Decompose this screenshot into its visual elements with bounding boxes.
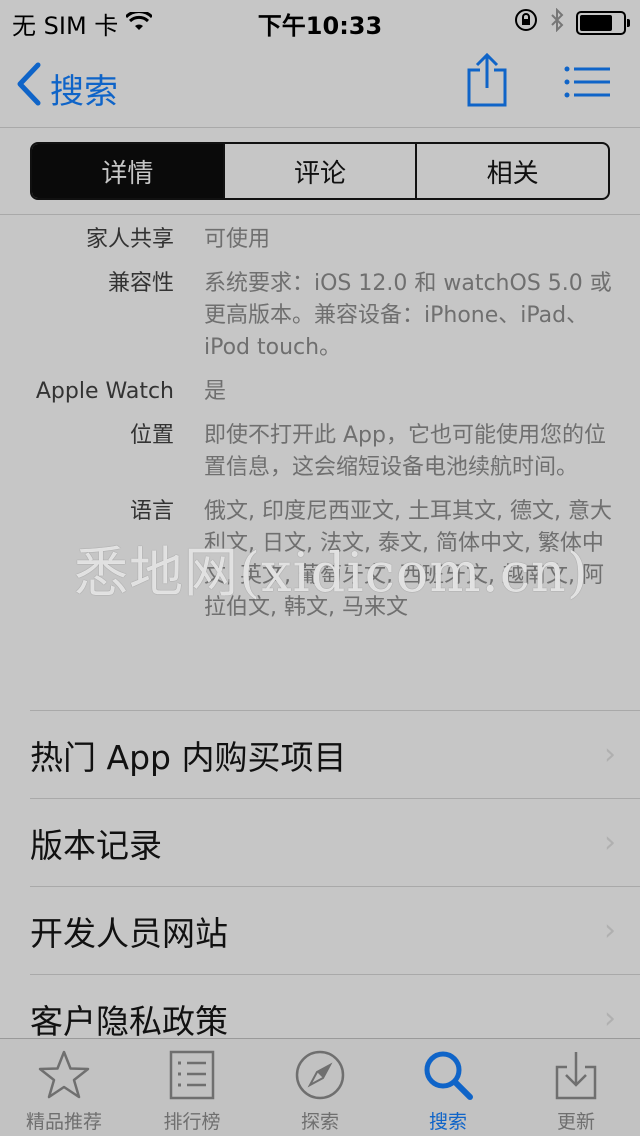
link-list: 热门 App 内购买项目 › 版本记录 › 开发人员网站 › 客户隐私政策 › xyxy=(0,710,640,1062)
ranking-list-icon xyxy=(169,1050,215,1100)
compass-icon xyxy=(295,1050,345,1100)
info-value: 是 xyxy=(204,379,227,404)
tab-explore[interactable]: 探索 xyxy=(256,1039,384,1136)
bluetooth-icon xyxy=(550,7,564,38)
watermark: 悉地网(xidicom.cn) xyxy=(74,541,589,604)
tab-related[interactable]: 相关 xyxy=(415,144,608,198)
tab-bar: 精品推荐 排行榜 探索 搜索 更新 xyxy=(0,1038,640,1136)
chevron-left-icon xyxy=(16,62,42,115)
info-row-location: 位置 即使不打开此 App，它也可能使用您的位置信息，这会缩短设备电池续航时间。 xyxy=(0,420,640,484)
divider xyxy=(0,214,640,215)
info-key: 兼容性 xyxy=(107,271,174,296)
info-row-compatibility: 兼容性 系统要求：iOS 12.0 和 watchOS 5.0 或更高版本。兼容… xyxy=(0,268,640,364)
navigation-bar: 搜索 xyxy=(0,40,640,128)
status-right xyxy=(514,7,630,38)
list-button[interactable] xyxy=(564,66,610,102)
list-item-version-history[interactable]: 版本记录 › xyxy=(30,798,640,886)
list-item-label: 版本记录 xyxy=(30,825,162,865)
tab-details[interactable]: 详情 xyxy=(32,144,223,198)
info-key: 家人共享 xyxy=(85,227,174,252)
info-key: Apple Watch xyxy=(35,379,174,404)
star-icon xyxy=(38,1050,90,1099)
tab-label: 搜索 xyxy=(428,1111,467,1133)
battery-fill xyxy=(580,15,612,31)
share-icon xyxy=(467,52,507,107)
chevron-right-icon: › xyxy=(604,1001,616,1036)
download-icon xyxy=(555,1052,597,1100)
tab-label: 排行榜 xyxy=(163,1111,221,1133)
list-item-label: 热门 App 内购买项目 xyxy=(30,737,347,777)
back-button[interactable]: 搜索 xyxy=(16,62,118,115)
tab-top-charts[interactable]: 排行榜 xyxy=(128,1039,256,1136)
chevron-right-icon: › xyxy=(604,825,616,860)
tab-label: 更新 xyxy=(556,1111,595,1133)
status-bar: 无 SIM 卡 下午10:33 xyxy=(0,0,640,40)
share-button[interactable] xyxy=(466,52,508,112)
battery-icon xyxy=(576,11,630,35)
chevron-right-icon: › xyxy=(604,737,616,772)
list-item-label: 客户隐私政策 xyxy=(30,1001,228,1041)
info-value: 可使用 xyxy=(204,227,271,252)
tab-search[interactable]: 搜索 xyxy=(384,1039,512,1136)
chevron-right-icon: › xyxy=(604,913,616,948)
search-icon xyxy=(424,1051,473,1100)
list-item-in-app-purchases[interactable]: 热门 App 内购买项目 › xyxy=(30,710,640,798)
tab-label: 探索 xyxy=(300,1111,339,1133)
info-row-family-sharing: 家人共享 可使用 xyxy=(0,224,640,256)
tab-updates[interactable]: 更新 xyxy=(512,1039,640,1136)
tab-featured[interactable]: 精品推荐 xyxy=(0,1039,128,1136)
list-item-developer-website[interactable]: 开发人员网站 › xyxy=(30,886,640,974)
rotation-lock-icon xyxy=(514,8,538,38)
info-row-apple-watch: Apple Watch 是 xyxy=(0,376,640,408)
tab-label: 精品推荐 xyxy=(25,1111,102,1133)
list-item-label: 开发人员网站 xyxy=(30,913,228,953)
info-key: 位置 xyxy=(129,423,174,448)
info-value: 系统要求：iOS 12.0 和 watchOS 5.0 或更高版本。兼容设备：i… xyxy=(204,271,612,360)
segmented-control: 详情 评论 相关 xyxy=(30,142,610,200)
list-icon xyxy=(564,66,610,98)
tab-reviews[interactable]: 评论 xyxy=(222,144,416,198)
info-value: 即使不打开此 App，它也可能使用您的位置信息，这会缩短设备电池续航时间。 xyxy=(204,423,606,480)
back-label: 搜索 xyxy=(50,72,118,112)
